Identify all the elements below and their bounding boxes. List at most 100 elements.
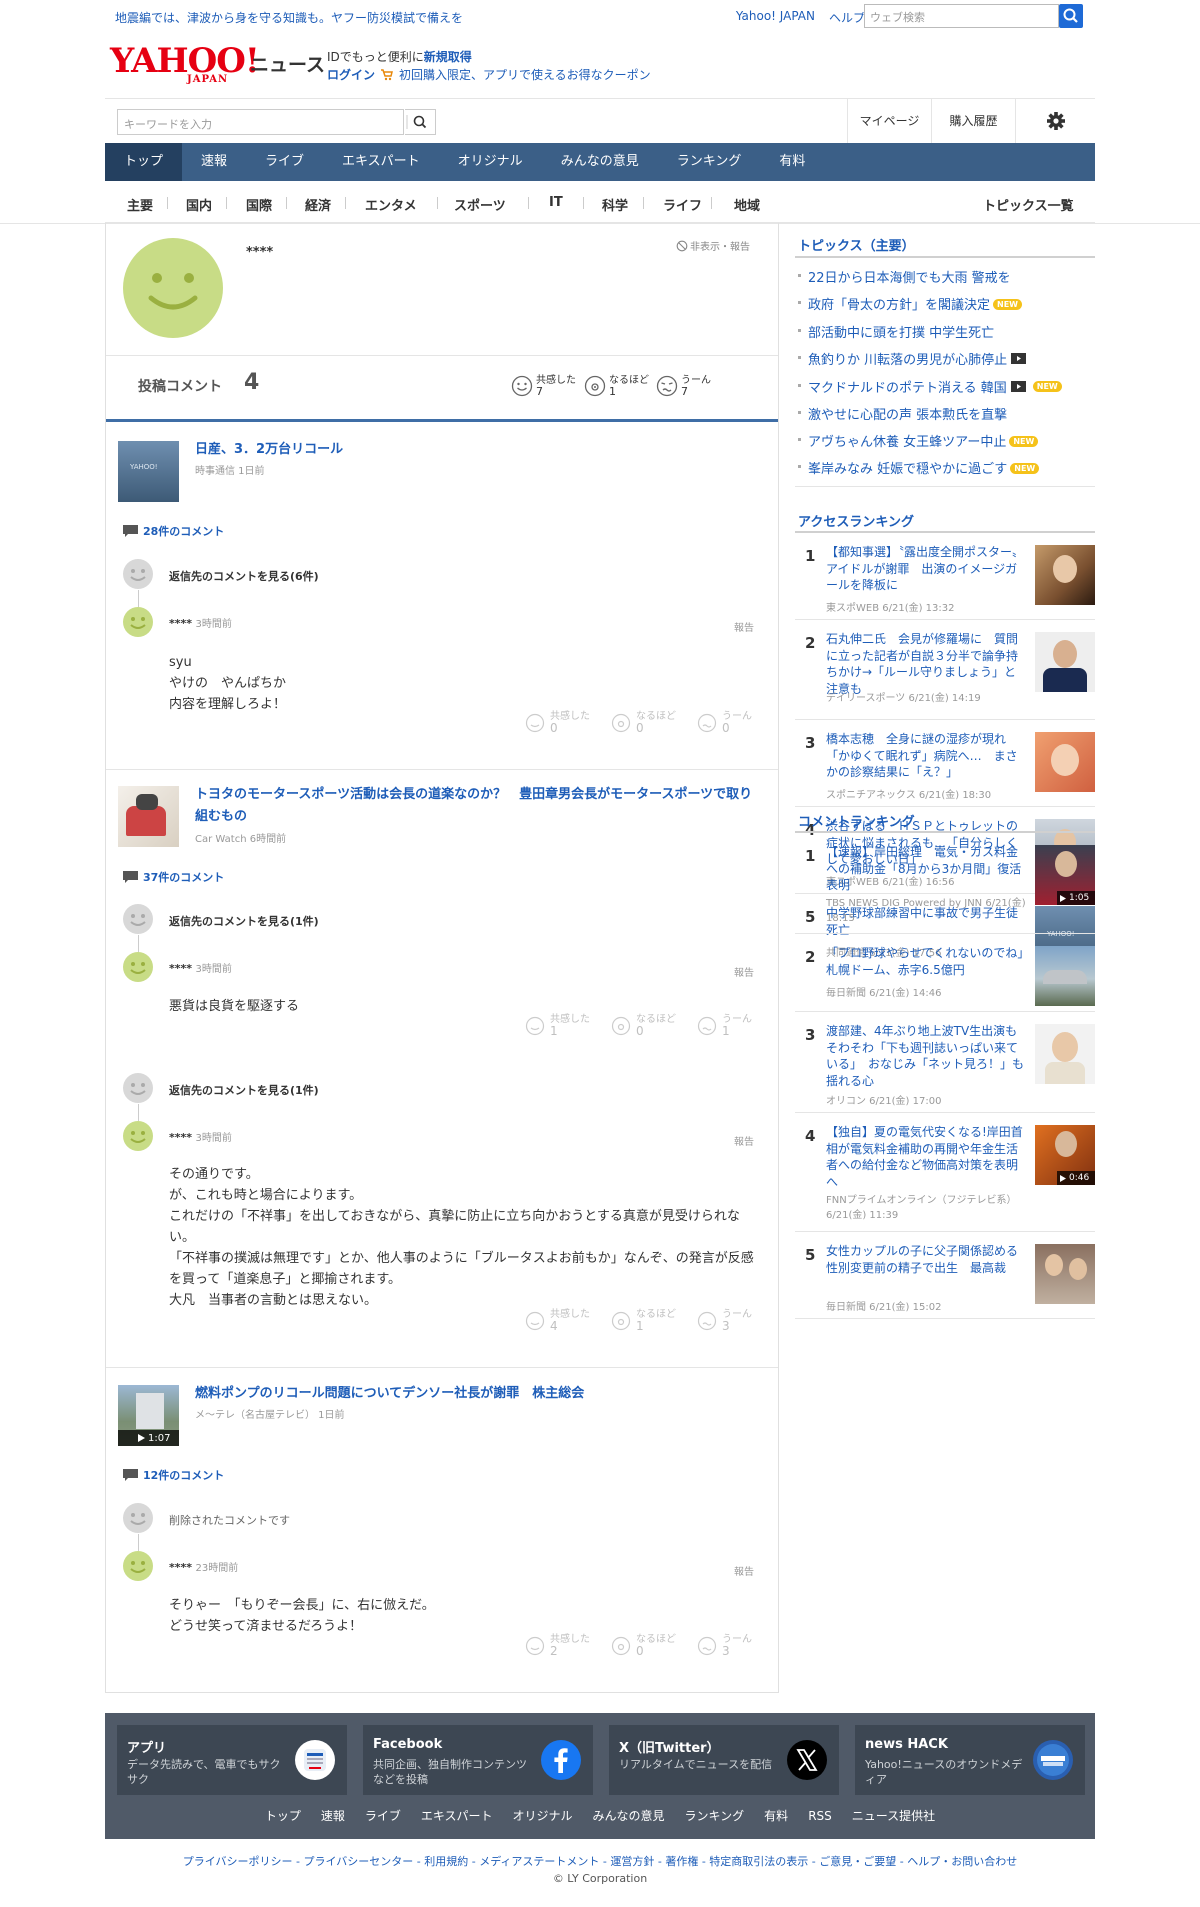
topic-item[interactable]: 魚釣りか 川転落の男児が心肺停止	[808, 349, 1027, 368]
web-search-button[interactable]	[1059, 4, 1083, 28]
ranking-item[interactable]: 1 【速報】岸田総理 電気・ガス料金への補助金「8月から3か月間」復活表明 TB…	[795, 833, 1095, 934]
topic-item[interactable]: 峯岸みなみ 妊娠で穏やかに過ごす NEW	[808, 458, 1040, 477]
reply-target-link[interactable]: 返信先のコメントを見る(6件)	[169, 568, 319, 584]
comments-count-label: 37件のコメント	[143, 871, 225, 884]
cnav-economy[interactable]: 経済	[305, 195, 331, 214]
smile-face-icon	[130, 1561, 146, 1573]
comments-link[interactable]: 28件のコメント	[123, 523, 224, 539]
footer-link[interactable]: トップ	[265, 1809, 301, 1823]
comments-link[interactable]: 37件のコメント	[123, 869, 224, 885]
footer-link[interactable]: オリジナル	[513, 1809, 573, 1823]
cnav-life[interactable]: ライフ	[663, 195, 702, 214]
reaction-hmm-button[interactable]: うーん 0	[697, 707, 765, 741]
topic-item[interactable]: 政府「骨太の方針」を閣議決定 NEW	[808, 294, 1022, 313]
article-title-link[interactable]: 日産、3．2万台リコール	[195, 439, 755, 461]
report-link[interactable]: 報告	[734, 1563, 754, 1578]
report-link[interactable]: 報告	[734, 964, 754, 979]
keyword-search-button[interactable]	[405, 109, 436, 135]
ranking-item[interactable]: 5 女性カップルの子に父子関係認める 性別変更前の精子で出生 最高裁 毎日新聞 …	[795, 1232, 1095, 1319]
reaction-insightful-button[interactable]: なるほど 0	[611, 1010, 691, 1044]
gnav-live[interactable]: ライブ	[246, 143, 323, 181]
report-link[interactable]: 報告	[734, 619, 754, 634]
reaction-agree-button[interactable]: 共感した 4	[525, 1305, 605, 1339]
gnav-top[interactable]: トップ	[105, 143, 183, 181]
purchase-history-link[interactable]: 購入履歴	[931, 99, 1015, 143]
cnav-entertainment[interactable]: エンタメ	[365, 195, 417, 214]
article-thumbnail[interactable]: YAHOO!	[118, 441, 179, 502]
reaction-label: 共感した	[550, 1309, 590, 1320]
cnav-main[interactable]: 主要	[127, 195, 153, 214]
cnav-world[interactable]: 国際	[246, 195, 272, 214]
topics-list-link[interactable]: トピックス一覧	[983, 195, 1074, 214]
footer-card-facebook[interactable]: Facebook 共同企画、独自制作コンテンツなどを投稿	[363, 1725, 593, 1795]
cnav-domestic[interactable]: 国内	[186, 195, 212, 214]
ranking-item[interactable]: 3 橋本志穂 全身に謎の湿疹が現れ「かゆくて眠れず」病院へ… まさかの診察結果に…	[795, 720, 1095, 807]
reaction-insightful-button[interactable]: なるほど 0	[611, 1630, 691, 1664]
footer-link[interactable]: ライブ	[365, 1809, 401, 1823]
promo-message-link[interactable]: 地震編では、津波から身を守る知識も。ヤフー防災模試で備えを	[115, 9, 463, 26]
signup-link[interactable]: 新規取得	[424, 50, 472, 64]
cnav-sports[interactable]: スポーツ	[454, 195, 506, 214]
reaction-hmm-button[interactable]: うーん 3	[697, 1305, 765, 1339]
footer-link[interactable]: 速報	[321, 1809, 345, 1823]
ranking-item[interactable]: 2 「プロ野球やらせてくれないのでね」 札幌ドーム、赤字6.5億円 毎日新聞 6…	[795, 934, 1095, 1012]
reaction-agree-button[interactable]: 共感した 2	[525, 1630, 605, 1664]
gnav-ranking[interactable]: ランキング	[658, 143, 761, 181]
web-search-input[interactable]: ウェブ検索	[864, 4, 1059, 28]
article-thumbnail[interactable]: 1:07	[118, 1385, 179, 1446]
gnav-original[interactable]: オリジナル	[439, 143, 542, 181]
article-thumbnail[interactable]	[118, 786, 179, 847]
gnav-flash[interactable]: 速報	[182, 143, 246, 181]
topic-item[interactable]: アヴちゃん休養 女王蜂ツアー中止 NEW	[808, 431, 1039, 450]
reply-target-link[interactable]: 返信先のコメントを見る(1件)	[169, 1082, 319, 1098]
article-title-link[interactable]: 燃料ポンプのリコール問題についてデンソー社長が謝罪 株主総会	[195, 1383, 755, 1405]
footer-link[interactable]: 有料	[764, 1809, 788, 1823]
footer-card-app[interactable]: アプリ データ先読みで、電車でもサクサク	[117, 1725, 347, 1795]
mypage-link[interactable]: マイページ	[847, 99, 931, 143]
footer-link[interactable]: ニュース提供社	[852, 1809, 935, 1823]
login-link[interactable]: ログイン	[327, 66, 375, 83]
coupon-link[interactable]: 初回購入限定、アプリで使えるお得なクーポン	[399, 66, 651, 83]
ranking-item[interactable]: 3 渡部建、4年ぶり地上波TV生出演もそわそわ「下も週刊誌いっぱい来ている」 お…	[795, 1012, 1095, 1113]
reaction-insightful-button[interactable]: なるほど 1	[611, 1305, 691, 1339]
reaction-agree-button[interactable]: 共感した 1	[525, 1010, 605, 1044]
comments-count-label: 12件のコメント	[143, 1469, 225, 1482]
gnav-expert[interactable]: エキスパート	[323, 143, 439, 181]
article-title-link[interactable]: トヨタのモータースポーツ活動は会長の道楽なのか？ 豊田章男会長がモータースポーツ…	[195, 784, 755, 828]
reaction-hmm-button[interactable]: うーん 3	[697, 1630, 765, 1664]
reaction-insightful-button[interactable]: なるほど 0	[611, 707, 691, 741]
reaction-agree-button[interactable]: 共感した 0	[525, 707, 605, 741]
footer-card-x[interactable]: X（旧Twitter） リアルタイムでニュースを配信	[609, 1725, 839, 1795]
cnav-it[interactable]: IT	[549, 195, 563, 210]
topic-item[interactable]: 22日から日本海側でも大雨 警戒を	[808, 267, 1011, 286]
reaction-count: 2	[550, 1644, 558, 1658]
topic-item[interactable]: 部活動中に頭を打撲 中学生死亡	[808, 322, 994, 341]
yahoo-logo[interactable]: YAHOO!	[110, 44, 260, 78]
ranking-item[interactable]: 2 石丸伸二氏 会見が修羅場に 質問に立った記者が自説３分半で論争持ちかけ→「ル…	[795, 620, 1095, 720]
help-link[interactable]: ヘルプ	[829, 9, 865, 26]
footer-link[interactable]: みんなの意見	[593, 1809, 665, 1823]
footer-card-newshack[interactable]: news HACK Yahoo!ニュースのオウンドメディア	[855, 1725, 1085, 1795]
footer-link[interactable]: RSS	[808, 1809, 832, 1823]
reaction-hmm-button[interactable]: うーん 1	[697, 1010, 765, 1044]
comment-time: 3時間前	[195, 1133, 232, 1144]
footer-link[interactable]: ランキング	[685, 1809, 745, 1823]
cnav-local[interactable]: 地域	[734, 195, 760, 214]
footer-link[interactable]: エキスパート	[421, 1809, 493, 1823]
comments-link[interactable]: 12件のコメント	[123, 1467, 224, 1483]
news-logo[interactable]: ニュース	[250, 50, 325, 77]
yahoo-japan-link[interactable]: Yahoo! JAPAN	[736, 9, 815, 26]
ranking-item[interactable]: 1 【都知事選】〝露出度全開ポスター〟アイドルが謝罪 出演のイメージガールを降板…	[795, 533, 1095, 620]
topic-item[interactable]: マクドナルドのポテト消える 韓国 NEW	[808, 377, 1062, 396]
gnav-opinion[interactable]: みんなの意見	[542, 143, 658, 181]
hide-report-link[interactable]: 非表示・報告	[676, 238, 750, 253]
ranking-item[interactable]: 4 【独自】夏の電気代安くなる!岸田首相が電気料金補助の再開や年金生活者への給付…	[795, 1113, 1095, 1232]
legal-links[interactable]: プライバシーポリシー - プライバシーセンター - 利用規約 - メディアステー…	[105, 1853, 1095, 1869]
keyword-input[interactable]: キーワードを入力	[117, 109, 404, 135]
topic-item[interactable]: 激やせに心配の声 張本勲氏を直撃	[808, 404, 1007, 423]
settings-button[interactable]	[1015, 99, 1095, 143]
cnav-science[interactable]: 科学	[602, 195, 628, 214]
report-link[interactable]: 報告	[734, 1133, 754, 1148]
reply-target-link[interactable]: 返信先のコメントを見る(1件)	[169, 913, 319, 929]
gnav-paid[interactable]: 有料	[760, 143, 824, 181]
